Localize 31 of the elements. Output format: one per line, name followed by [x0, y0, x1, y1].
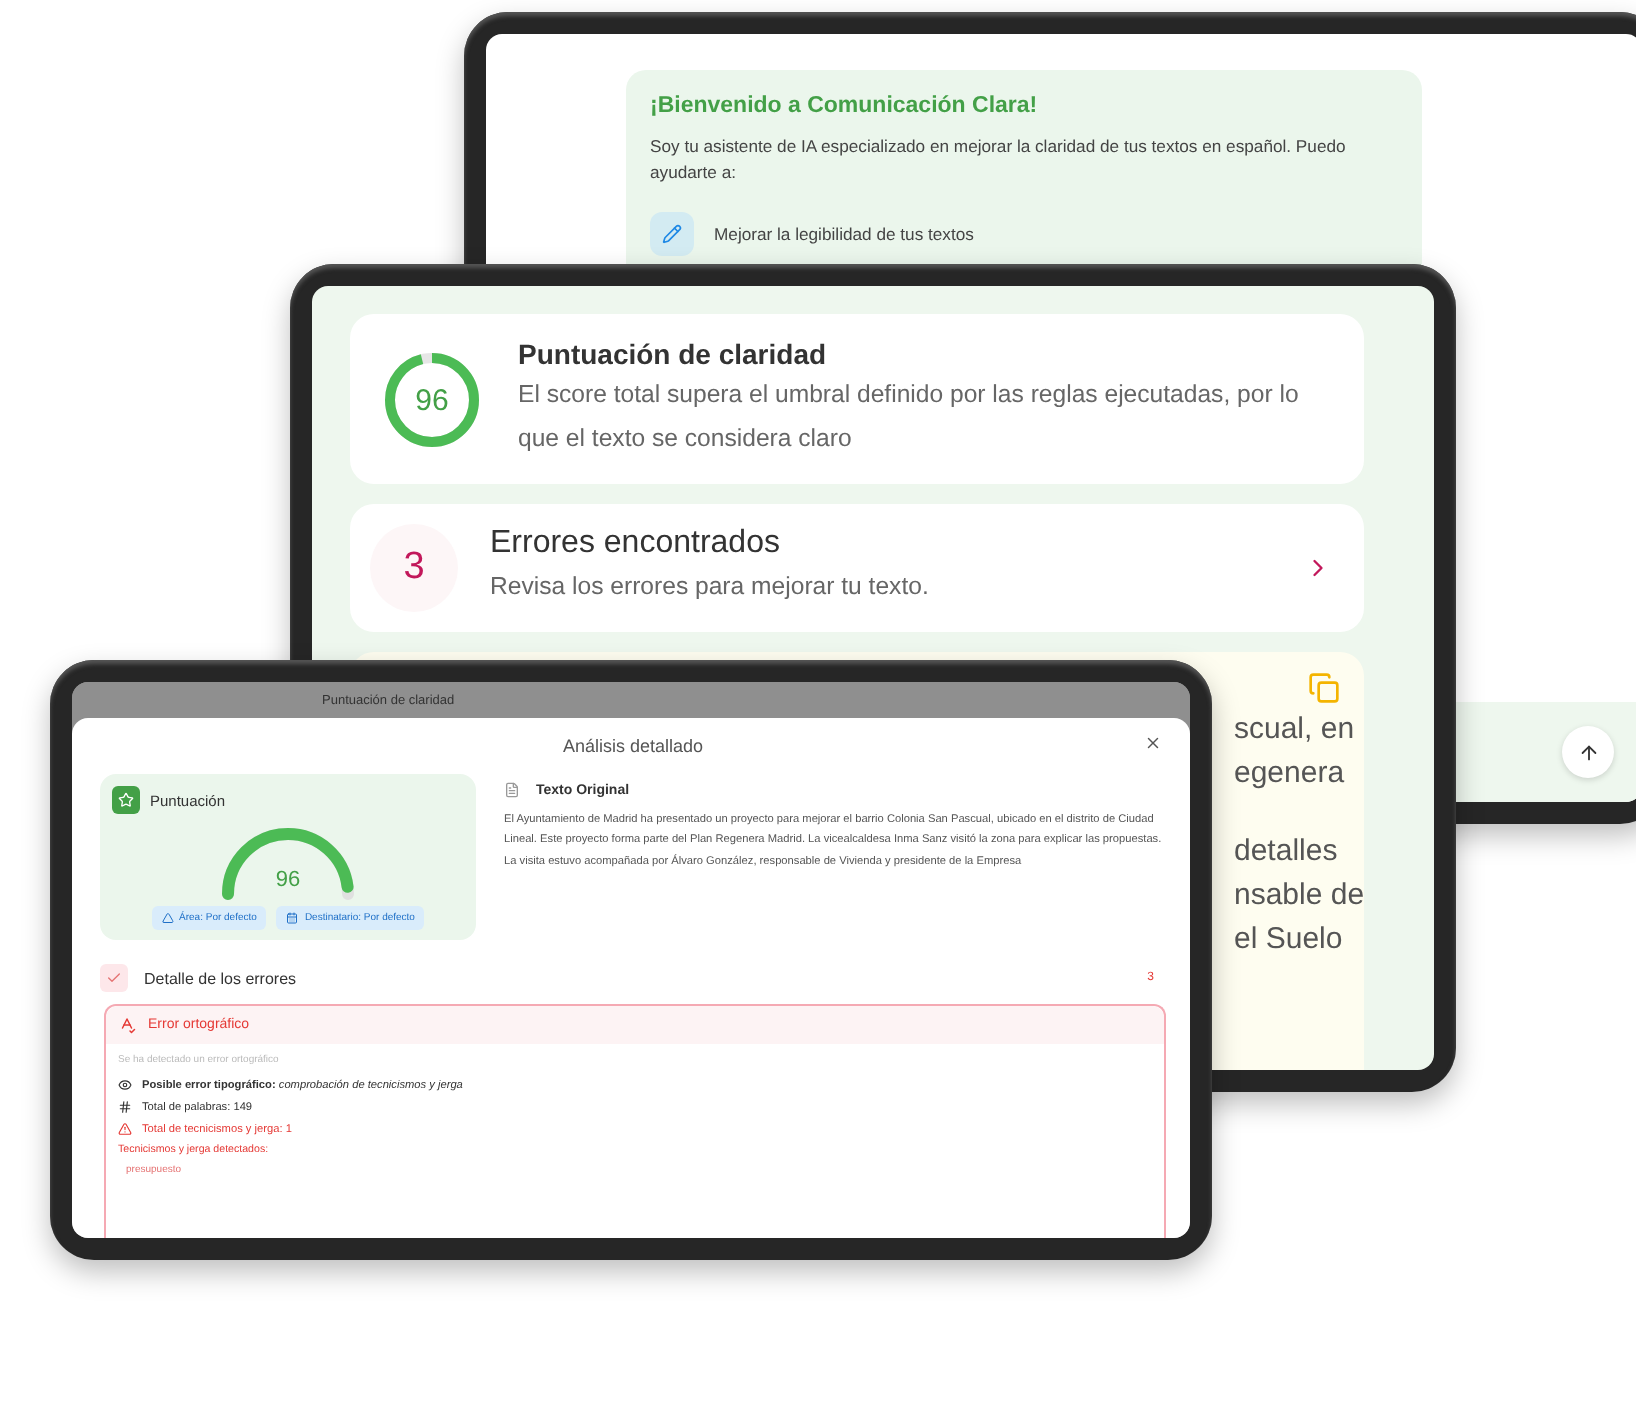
close-button[interactable] [1144, 734, 1162, 752]
spell-check-icon [118, 1016, 136, 1034]
pencil-icon [650, 211, 694, 256]
welcome-text: Soy tu asistente de IA especializado en mejorar la claridad de tus textos en español. Puedo ayudarte a: [650, 134, 1348, 187]
errors-card[interactable]: 3 Errores encontrados Revisa los errores para mejorar tu texto. [350, 504, 1364, 633]
feature-label: Mejorar la legibilidad de tus textos [714, 223, 974, 244]
triangle-icon [161, 912, 174, 924]
errors-title: Errores encontrados [490, 526, 782, 563]
file-icon [504, 782, 520, 798]
copy-icon[interactable] [1308, 672, 1340, 705]
check-icon [100, 964, 128, 992]
score-description: El score total supera el umbral definido por las reglas ejecutadas, por lo que el texto se considera claro [518, 378, 1301, 456]
summary-text: egenera [1234, 754, 1347, 795]
summary-text: detalles [1234, 832, 1340, 873]
modal-title: Análisis detallado [562, 736, 704, 756]
eye-icon [118, 1078, 132, 1092]
errors-subtitle: Revisa los errores para mejorar tu texto. [490, 570, 931, 605]
welcome-title: ¡Bienvenido a Comunicación Clara! [650, 94, 1040, 118]
summary-text: nsable de [1234, 876, 1365, 917]
send-button[interactable] [1562, 726, 1614, 778]
warning-icon [118, 1122, 132, 1136]
score-value: 96 [415, 383, 449, 418]
score-value: 96 [275, 868, 301, 892]
summary-text: scual, en [1234, 710, 1357, 751]
section-title: Detalle de los errores [144, 969, 299, 987]
error-count: 3 [370, 524, 458, 613]
arrow-up-icon [1577, 741, 1599, 763]
score-title: Puntuación de claridad [518, 338, 829, 370]
summary-text: el Suelo [1234, 920, 1345, 961]
hash-icon [118, 1100, 132, 1114]
calendar-icon [286, 912, 299, 924]
